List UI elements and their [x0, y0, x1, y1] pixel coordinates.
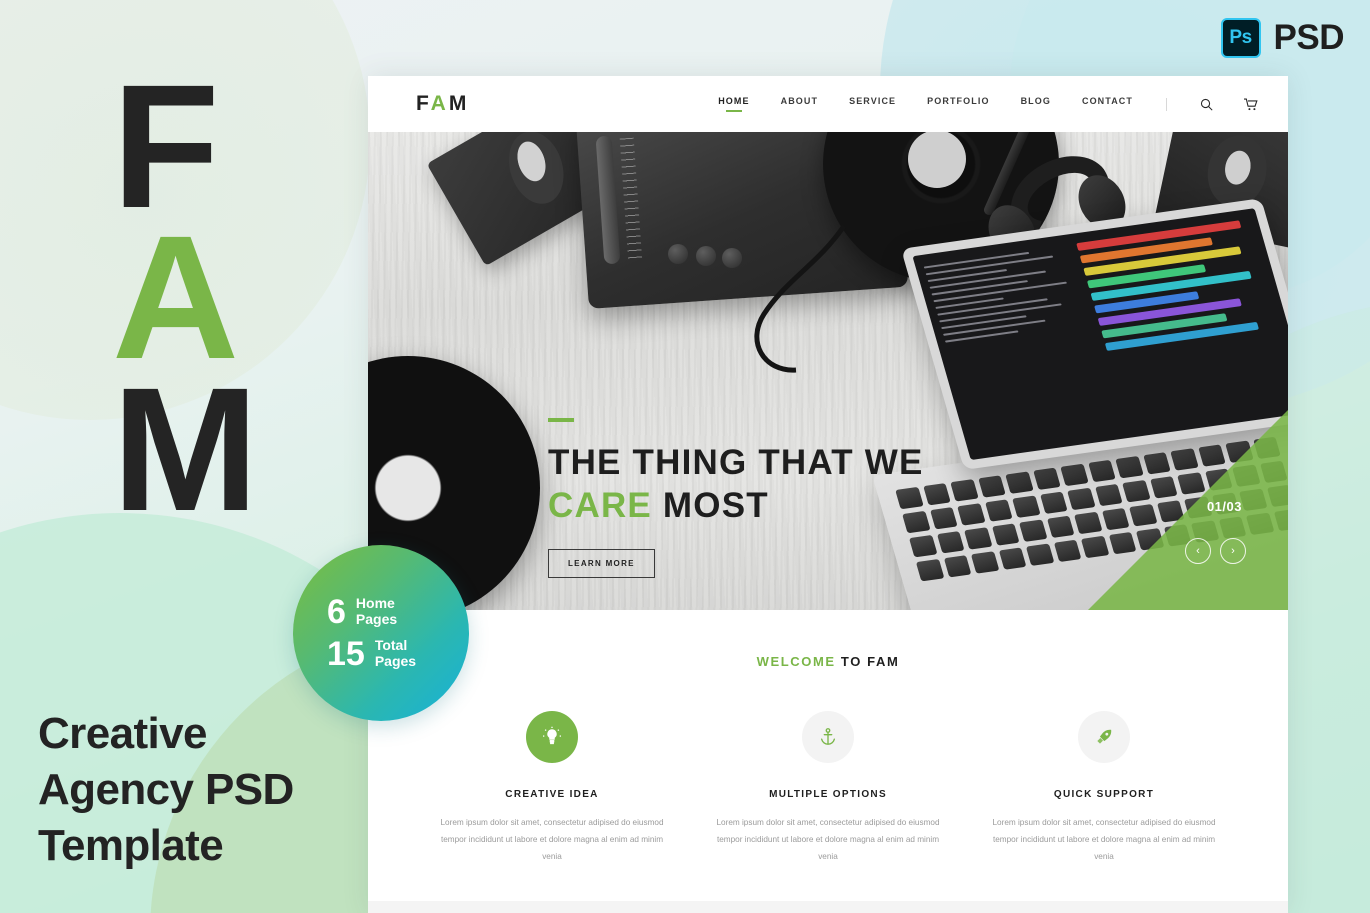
anchor-icon: [802, 711, 854, 763]
hero-slider: THE THING THAT WE CARE MOST LEARN MORE 0…: [368, 132, 1288, 610]
nav-divider: [1166, 97, 1167, 111]
slide-counter: 01/03: [1206, 499, 1242, 514]
site-logo[interactable]: FAM: [416, 92, 469, 116]
promo-title-line-2: Agency PSD: [38, 764, 294, 814]
learn-more-button[interactable]: LEARN MORE: [548, 549, 655, 579]
feature-description: Lorem ipsum dolor sit amet, consectetur …: [716, 818, 940, 861]
company-section: COMPANY: [368, 901, 1288, 913]
welcome-section: WELCOME TO FAM CREATIVE IDEA Lorem ipsum…: [368, 610, 1288, 902]
hero-headline-accent: CARE: [548, 485, 652, 525]
feature-title: QUICK SUPPORT: [1053, 789, 1155, 800]
logo-letter-m: M: [448, 92, 470, 115]
nav-item-portfolio[interactable]: PORTFOLIO: [927, 96, 989, 112]
nav-item-contact[interactable]: CONTACT: [1082, 96, 1133, 112]
photoshop-icon: Ps: [1220, 18, 1261, 58]
hero-headline: THE THING THAT WE CARE MOST: [548, 442, 924, 527]
badge-row-total-pages: 15 Total Pages: [327, 637, 469, 671]
welcome-heading-accent: WELCOME: [756, 654, 836, 669]
turntable-record-label-image: [908, 132, 966, 188]
total-pages-label: Total Pages: [375, 638, 416, 669]
hero-headline-line-1: THE THING THAT WE: [548, 443, 924, 482]
slider-arrow-group: ‹ ›: [1185, 538, 1246, 564]
home-pages-label: Home Pages: [356, 596, 397, 627]
logo-letter-f: F: [416, 92, 431, 115]
nav-item-blog[interactable]: BLOG: [1021, 96, 1051, 112]
feature-item-quick-support: QUICK SUPPORT Lorem ipsum dolor sit amet…: [986, 711, 1222, 865]
total-pages-label-line-2: Pages: [374, 653, 417, 669]
feature-description: Lorem ipsum dolor sit amet, consectetur …: [440, 818, 664, 861]
pages-count-badge: 6 Home Pages 15 Total Pages: [293, 545, 469, 721]
total-pages-label-line-1: Total: [374, 637, 408, 654]
home-pages-label-line-1: Home: [355, 595, 395, 612]
feature-list: CREATIVE IDEA Lorem ipsum dolor sit amet…: [368, 711, 1288, 865]
photoshop-icon-text: Ps: [1229, 27, 1252, 48]
cart-icon[interactable]: [1244, 98, 1258, 111]
feature-description: Lorem ipsum dolor sit amet, consectetur …: [992, 818, 1216, 861]
hero-headline-line-2: CARE MOST: [548, 485, 924, 528]
home-pages-label-line-2: Pages: [355, 611, 398, 627]
slider-triangle-shape: [1088, 410, 1288, 610]
psd-badge: Ps PSD: [1220, 18, 1345, 58]
slider-prev-button[interactable]: ‹: [1185, 538, 1211, 564]
home-pages-count: 6: [327, 593, 346, 631]
rocket-icon: [1078, 711, 1130, 763]
welcome-heading: WELCOME TO FAM: [368, 654, 1288, 669]
feature-item-creative-idea: CREATIVE IDEA Lorem ipsum dolor sit amet…: [434, 711, 670, 865]
badge-row-home-pages: 6 Home Pages: [327, 595, 469, 629]
hero-headline-rest: MOST: [651, 485, 769, 525]
main-navigation: HOME ABOUT SERVICE PORTFOLIO BLOG CONTAC…: [718, 96, 1258, 112]
nav-item-about[interactable]: ABOUT: [781, 96, 819, 112]
search-icon[interactable]: [1200, 98, 1213, 111]
nav-item-service[interactable]: SERVICE: [849, 96, 896, 112]
psd-label: PSD: [1273, 18, 1345, 57]
lightbulb-icon: [526, 711, 578, 763]
slider-next-button[interactable]: ›: [1220, 538, 1246, 564]
promo-title-line-3: Template: [38, 820, 224, 870]
feature-title: CREATIVE IDEA: [505, 789, 599, 800]
promo-title: Creative Agency PSD Template: [38, 706, 294, 874]
big-brand-letters: F A M: [112, 59, 259, 548]
welcome-heading-rest: TO FAM: [835, 654, 900, 669]
promo-title-line-1: Creative: [38, 709, 207, 758]
big-letter-m: M: [112, 351, 259, 548]
feature-item-multiple-options: MULTIPLE OPTIONS Lorem ipsum dolor sit a…: [710, 711, 946, 865]
nav-item-home[interactable]: HOME: [718, 96, 749, 112]
hero-text-block: THE THING THAT WE CARE MOST LEARN MORE: [548, 418, 924, 579]
site-header: FAM HOME ABOUT SERVICE PORTFOLIO BLOG CO…: [368, 76, 1288, 132]
hero-accent-dash: [548, 418, 574, 422]
feature-title: MULTIPLE OPTIONS: [769, 789, 887, 800]
hero-slider-controls: 01/03 ‹ ›: [1088, 410, 1288, 610]
website-preview: FAM HOME ABOUT SERVICE PORTFOLIO BLOG CO…: [368, 76, 1288, 913]
total-pages-count: 15: [327, 635, 365, 673]
logo-letter-a: A: [430, 92, 449, 115]
